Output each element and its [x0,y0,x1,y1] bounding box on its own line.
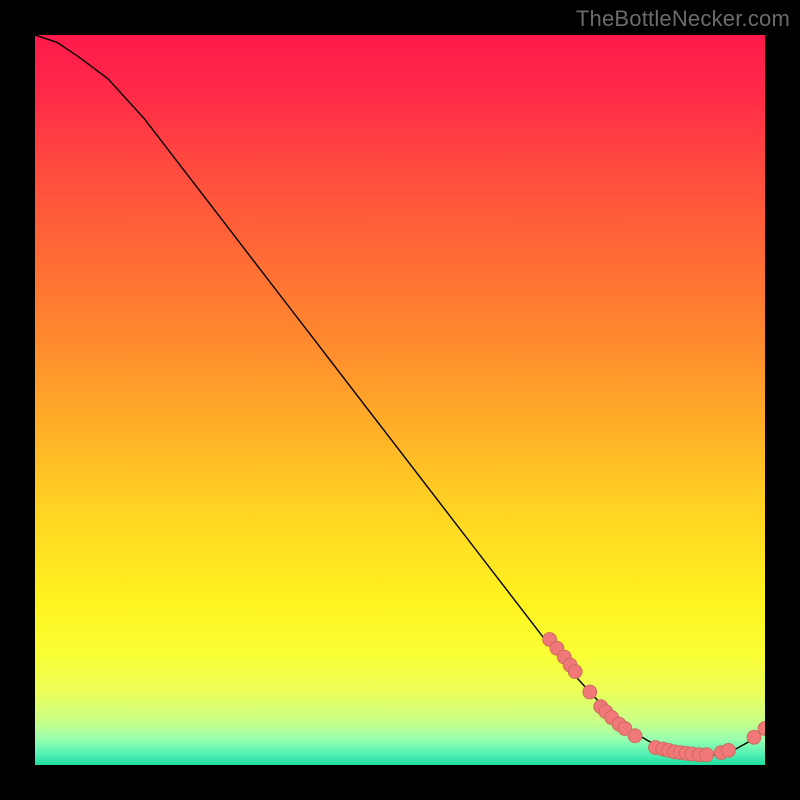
plot-area [35,35,765,765]
marker-dot [583,685,597,699]
watermark-text: TheBottleNecker.com [576,6,790,32]
curve-layer [35,35,765,765]
marker-dot [628,729,642,743]
marker-dot [722,743,736,757]
bottleneck-curve [35,35,765,756]
marker-dot [700,748,714,762]
marker-dot [568,665,582,679]
curve-markers [543,633,765,762]
chart-stage: TheBottleNecker.com [0,0,800,800]
